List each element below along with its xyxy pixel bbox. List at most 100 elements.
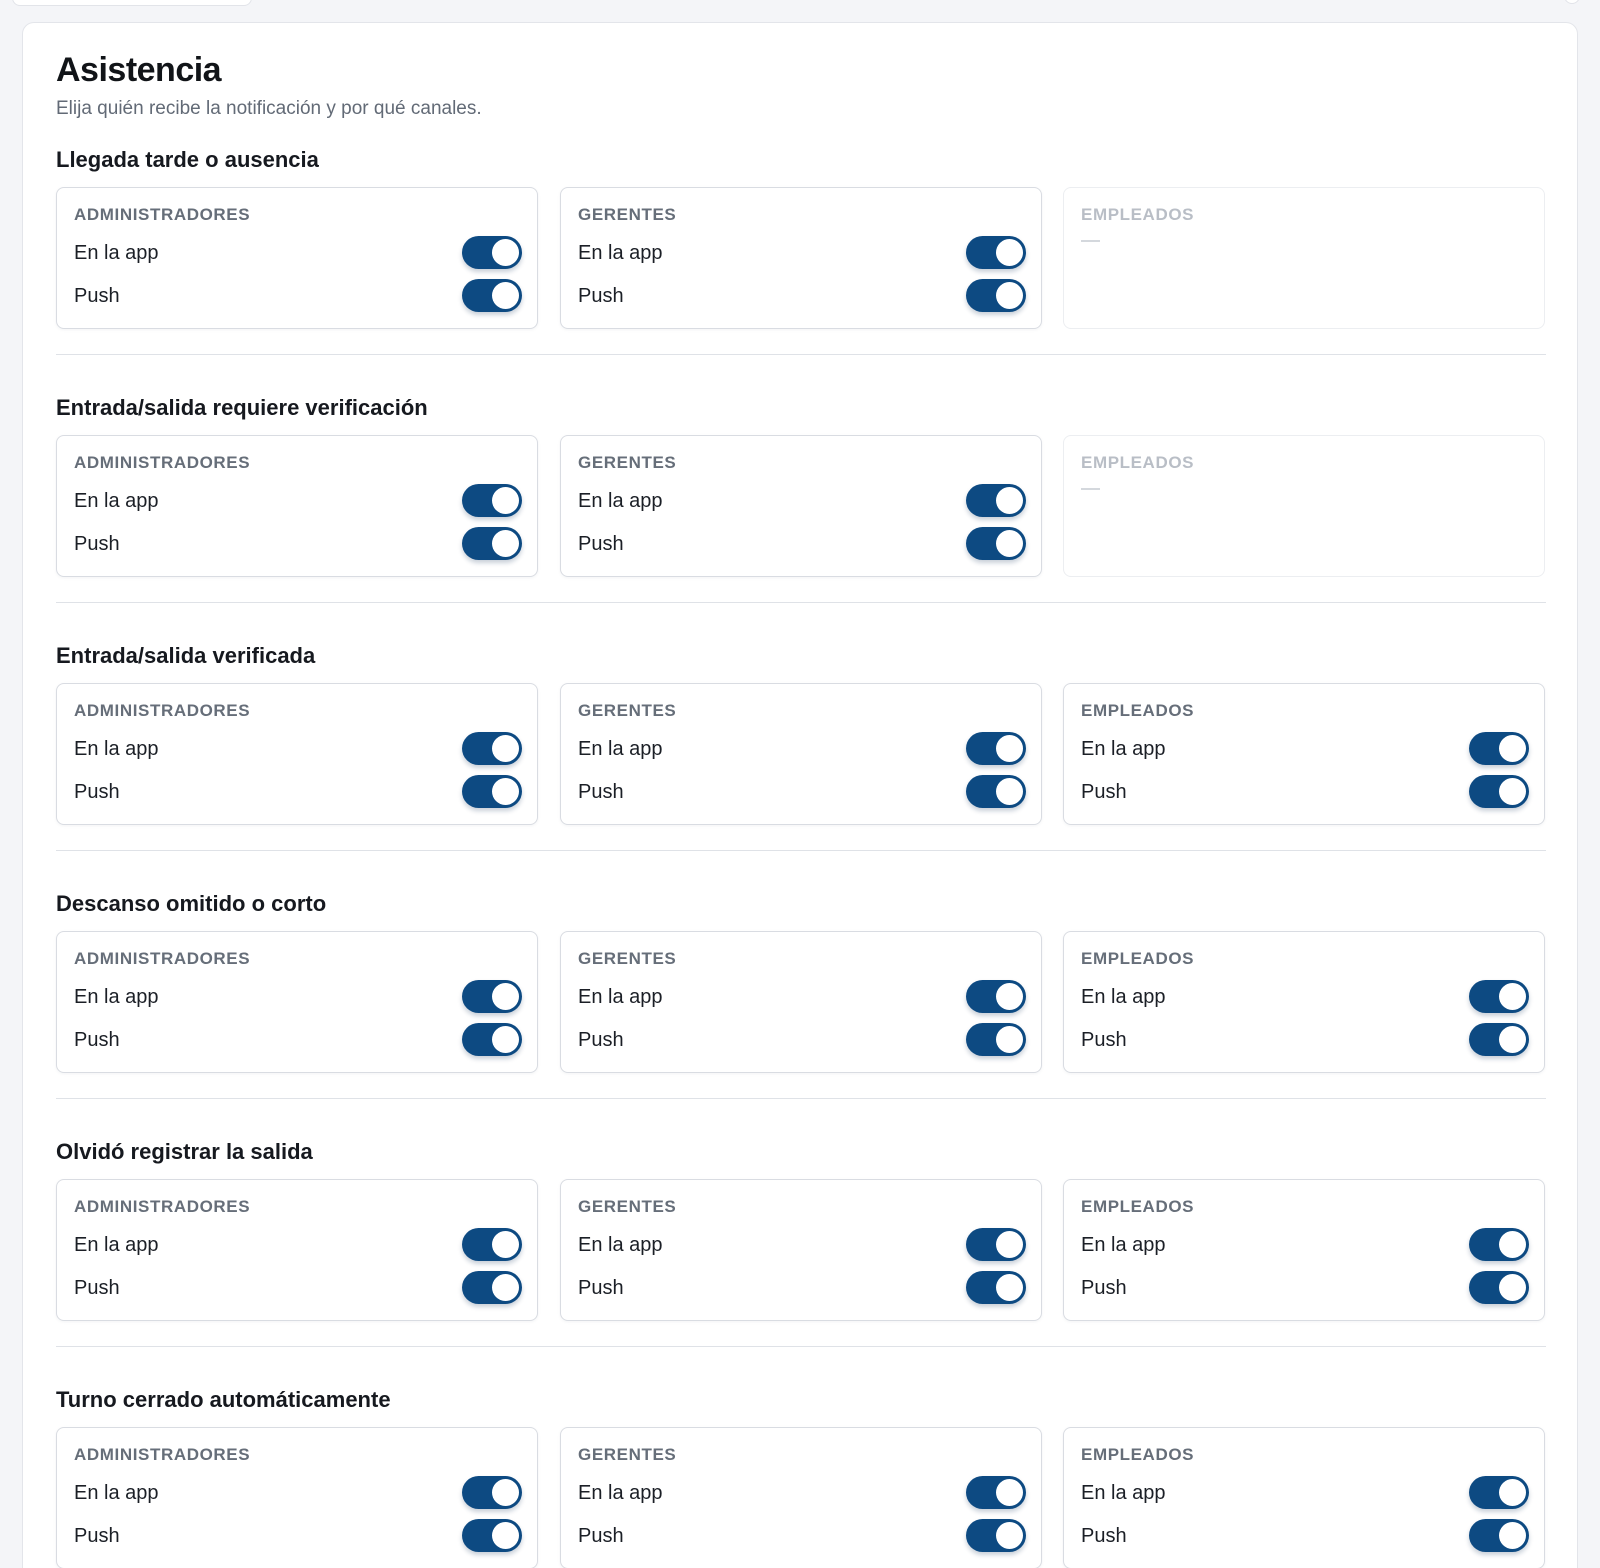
toggle-push[interactable] xyxy=(462,775,522,808)
toggle-en-la-app[interactable] xyxy=(462,980,522,1013)
section-descanso-omitido-o-corto: Descanso omitido o corto ADMINISTRADORES E… xyxy=(56,891,1546,1101)
toggle-en-la-app[interactable] xyxy=(462,732,522,765)
toggle-en-la-app[interactable] xyxy=(1469,1476,1529,1509)
role-label: GERENTES xyxy=(578,1197,677,1216)
channel-label-en-la-app: En la app xyxy=(578,738,663,760)
channel-label-en-la-app: En la app xyxy=(1081,1482,1166,1504)
toggle-push[interactable] xyxy=(1469,775,1529,808)
toggle-en-la-app[interactable] xyxy=(462,236,522,269)
role-label: EMPLEADOS xyxy=(1081,1445,1195,1464)
section-title: Entrada/salida verificada xyxy=(56,643,316,668)
toggle-en-la-app[interactable] xyxy=(966,236,1026,269)
role-label: ADMINISTRADORES xyxy=(74,701,251,720)
toggle-en-la-app[interactable] xyxy=(462,484,522,517)
section-divider xyxy=(56,602,1546,603)
section-title: Entrada/salida requiere verificación xyxy=(56,395,428,420)
channel-label-en-la-app: En la app xyxy=(74,1482,159,1504)
toggle-en-la-app[interactable] xyxy=(966,1228,1026,1261)
toggle-en-la-app[interactable] xyxy=(966,1476,1026,1509)
toggle-knob xyxy=(996,1026,1023,1053)
channel-label-push: Push xyxy=(578,1029,624,1051)
attendance-settings-panel: Asistencia Elija quién recibe la notific… xyxy=(22,22,1578,1568)
toggle-push[interactable] xyxy=(462,1023,522,1056)
role-label: GERENTES xyxy=(578,205,677,224)
toggle-push[interactable] xyxy=(966,775,1026,808)
toggle-knob xyxy=(996,530,1023,557)
page-title: Asistencia xyxy=(56,51,222,89)
toggle-en-la-app[interactable] xyxy=(966,980,1026,1013)
toggle-push[interactable] xyxy=(966,527,1026,560)
page-subtitle: Elija quién recibe la notificación y por… xyxy=(56,98,482,119)
role-label: GERENTES xyxy=(578,949,677,968)
role-card-empleados: EMPLEADOS En la app Push xyxy=(1063,1427,1545,1568)
role-label: GERENTES xyxy=(578,453,677,472)
toggle-push[interactable] xyxy=(966,279,1026,312)
channel-label-push: Push xyxy=(578,533,624,555)
toggle-push[interactable] xyxy=(462,527,522,560)
toggle-push[interactable] xyxy=(966,1271,1026,1304)
top-avatar[interactable] xyxy=(1564,0,1580,4)
role-card-empleados: EMPLEADOS En la app Push xyxy=(1063,683,1545,825)
toggle-knob xyxy=(492,1026,519,1053)
role-card-administradores: ADMINISTRADORES En la app Push xyxy=(56,187,538,329)
role-card-administradores: ADMINISTRADORES En la app Push xyxy=(56,1179,538,1321)
toggle-push[interactable] xyxy=(1469,1023,1529,1056)
toggle-push[interactable] xyxy=(1469,1519,1529,1552)
channel-label-push: Push xyxy=(578,285,624,307)
toggle-knob xyxy=(492,735,519,762)
toggle-push[interactable] xyxy=(966,1023,1026,1056)
top-bar xyxy=(0,0,1600,20)
channel-label-push: Push xyxy=(578,1277,624,1299)
channel-label-en-la-app: En la app xyxy=(578,490,663,512)
channel-label-en-la-app: En la app xyxy=(74,242,159,264)
toggle-en-la-app[interactable] xyxy=(1469,1228,1529,1261)
empty-dash xyxy=(1081,488,1100,490)
role-label: ADMINISTRADORES xyxy=(74,1197,251,1216)
section-title: Descanso omitido o corto xyxy=(56,891,327,916)
toggle-en-la-app[interactable] xyxy=(1469,980,1529,1013)
section-title: Llegada tarde o ausencia xyxy=(56,147,319,172)
channel-label-push: Push xyxy=(74,533,120,555)
role-label: ADMINISTRADORES xyxy=(74,453,251,472)
role-card-administradores: ADMINISTRADORES En la app Push xyxy=(56,435,538,577)
channel-label-push: Push xyxy=(578,1525,624,1547)
toggle-knob xyxy=(1499,1231,1526,1258)
toggle-knob xyxy=(1499,1522,1526,1549)
section-divider xyxy=(56,1098,1546,1099)
toggle-knob xyxy=(996,1479,1023,1506)
toggle-knob xyxy=(996,1522,1023,1549)
channel-label-en-la-app: En la app xyxy=(578,242,663,264)
toggle-knob xyxy=(996,487,1023,514)
toggle-knob xyxy=(996,239,1023,266)
toggle-en-la-app[interactable] xyxy=(966,732,1026,765)
toggle-en-la-app[interactable] xyxy=(966,484,1026,517)
toggle-knob xyxy=(492,778,519,805)
toggle-push[interactable] xyxy=(462,1271,522,1304)
channel-label-push: Push xyxy=(1081,1029,1127,1051)
channel-label-push: Push xyxy=(1081,781,1127,803)
toggle-push[interactable] xyxy=(1469,1271,1529,1304)
channel-label-push: Push xyxy=(74,1525,120,1547)
role-label: GERENTES xyxy=(578,701,677,720)
role-label: EMPLEADOS xyxy=(1081,1197,1195,1216)
role-card-administradores: ADMINISTRADORES En la app Push xyxy=(56,683,538,825)
toggle-push[interactable] xyxy=(462,1519,522,1552)
top-search-field[interactable] xyxy=(12,0,252,6)
role-cards: ADMINISTRADORES En la app Push GERENTES En l… xyxy=(56,1427,1546,1568)
toggle-en-la-app[interactable] xyxy=(462,1476,522,1509)
toggle-knob xyxy=(1499,735,1526,762)
channel-label-push: Push xyxy=(74,781,120,803)
channel-label-en-la-app: En la app xyxy=(578,1234,663,1256)
role-card-empleados: EMPLEADOS En la app Push xyxy=(1063,1179,1545,1321)
toggle-push[interactable] xyxy=(966,1519,1026,1552)
channel-label-en-la-app: En la app xyxy=(1081,986,1166,1008)
toggle-push[interactable] xyxy=(462,279,522,312)
channel-label-push: Push xyxy=(74,1029,120,1051)
role-card-empleados: EMPLEADOS xyxy=(1063,187,1545,329)
role-cards: ADMINISTRADORES En la app Push GERENTES En l… xyxy=(56,683,1546,825)
role-card-gerentes: GERENTES En la app Push xyxy=(560,931,1042,1073)
role-label: ADMINISTRADORES xyxy=(74,949,251,968)
toggle-en-la-app[interactable] xyxy=(1469,732,1529,765)
toggle-en-la-app[interactable] xyxy=(462,1228,522,1261)
role-card-empleados: EMPLEADOS xyxy=(1063,435,1545,577)
